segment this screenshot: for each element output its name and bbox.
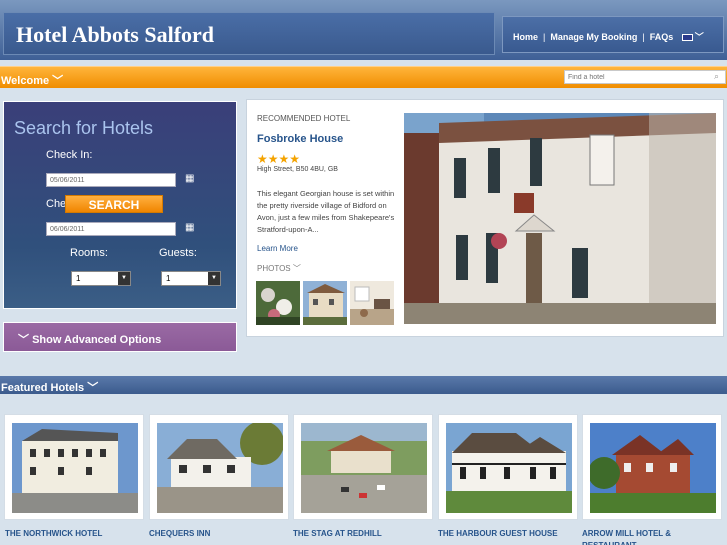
featured-hotel-photo: [157, 423, 283, 513]
featured-toggle[interactable]: Featured Hotels ﹀: [1, 379, 98, 395]
recommended-hotel-name[interactable]: Fosbroke House: [257, 133, 343, 145]
uk-flag-icon[interactable]: [681, 34, 693, 42]
recommended-hotel-panel: RECOMMENDED HOTEL Fosbroke House ★★★★ Hi…: [246, 99, 724, 337]
featured-hotels-bar: Featured Hotels ﹀: [0, 376, 727, 394]
guests-select[interactable]: 1 ▼: [161, 271, 221, 286]
welcome-toggle[interactable]: Welcome ﹀: [1, 72, 63, 88]
chevron-down-icon: ﹀: [87, 382, 99, 394]
recommended-address: High Street, B50 4BU, GB: [257, 166, 338, 173]
top-nav: Home | Manage My Booking | FAQs ﹀: [513, 30, 704, 43]
featured-hotel-name[interactable]: ARROW MILL HOTEL & RESTAURANT: [582, 528, 712, 545]
chevron-down-icon: ﹀: [292, 264, 301, 273]
check-out-field[interactable]: [46, 222, 176, 236]
featured-hotel-card[interactable]: [582, 414, 722, 520]
featured-hotel-name[interactable]: THE HARBOUR GUEST HOUSE: [438, 528, 578, 540]
featured-hotel-card[interactable]: [438, 414, 578, 520]
chevron-down-icon: ▼: [118, 272, 130, 285]
advanced-options-toggle[interactable]: ﹀ Show Advanced Options: [3, 322, 237, 352]
header-title-box: Hotel Abbots Salford: [3, 12, 495, 55]
featured-hotel-photo: [446, 423, 572, 513]
featured-hotel-name[interactable]: THE NORTHWICK HOTEL: [5, 528, 145, 540]
check-in-label: Check In:: [46, 149, 93, 161]
featured-hotel-name[interactable]: CHEQUERS INN: [149, 528, 289, 540]
featured-hotel-photo: [301, 423, 427, 513]
featured-label: Featured Hotels: [1, 382, 85, 394]
recommended-description: This elegant Georgian house is set withi…: [257, 189, 395, 234]
recommended-kicker: RECOMMENDED HOTEL: [257, 114, 351, 123]
calendar-icon[interactable]: ▦: [185, 222, 195, 233]
photo-thumbnail[interactable]: [350, 281, 394, 325]
check-in-field[interactable]: [46, 173, 176, 187]
nav-faqs-link[interactable]: FAQs: [650, 32, 674, 42]
chevron-down-icon: ﹀: [52, 75, 64, 87]
learn-more-link[interactable]: Learn More: [257, 244, 298, 253]
guests-label: Guests:: [159, 247, 197, 259]
featured-hotel-photo: [590, 423, 716, 513]
recommended-hotel-photo[interactable]: [404, 113, 716, 324]
nav-home-link[interactable]: Home: [513, 32, 538, 42]
photos-toggle[interactable]: PHOTOS ﹀: [257, 263, 301, 274]
featured-hotel-card[interactable]: [4, 414, 144, 520]
photos-label: PHOTOS: [257, 264, 291, 273]
site-header: Hotel Abbots Salford Home | Manage My Book…: [0, 0, 727, 60]
featured-hotel-photo: [12, 423, 138, 513]
featured-hotel-name[interactable]: THE STAG AT REDHILL: [293, 528, 433, 540]
nav-separator: |: [642, 32, 645, 42]
featured-hotel-card[interactable]: [149, 414, 289, 520]
search-button[interactable]: SEARCH: [65, 195, 163, 213]
advanced-options-label: Show Advanced Options: [32, 334, 162, 346]
nav-separator: |: [543, 32, 546, 42]
chevron-down-icon[interactable]: ﹀: [695, 32, 704, 42]
photo-thumbnail[interactable]: [303, 281, 347, 325]
site-title[interactable]: Hotel Abbots Salford: [16, 22, 214, 48]
find-hotel-input[interactable]: [564, 70, 726, 84]
welcome-bar: Welcome ﹀ ⌕: [0, 66, 727, 88]
rooms-select[interactable]: 1 ▼: [71, 271, 131, 286]
nav-manage-booking-link[interactable]: Manage My Booking: [550, 32, 637, 42]
top-nav-box: Home | Manage My Booking | FAQs ﹀: [502, 16, 724, 53]
welcome-label: Welcome: [1, 75, 50, 87]
featured-hotel-card[interactable]: [293, 414, 433, 520]
search-icon[interactable]: ⌕: [714, 71, 719, 82]
star-rating: ★★★★: [257, 152, 301, 166]
search-title: Search for Hotels: [14, 118, 154, 138]
rooms-label: Rooms:: [70, 247, 108, 259]
calendar-icon[interactable]: ▦: [185, 173, 195, 184]
chevron-down-icon: ﹀: [18, 334, 29, 346]
chevron-down-icon: ▼: [208, 272, 220, 285]
guests-value: 1: [166, 274, 171, 283]
rooms-value: 1: [76, 274, 81, 283]
photo-thumbnail[interactable]: [256, 281, 300, 325]
